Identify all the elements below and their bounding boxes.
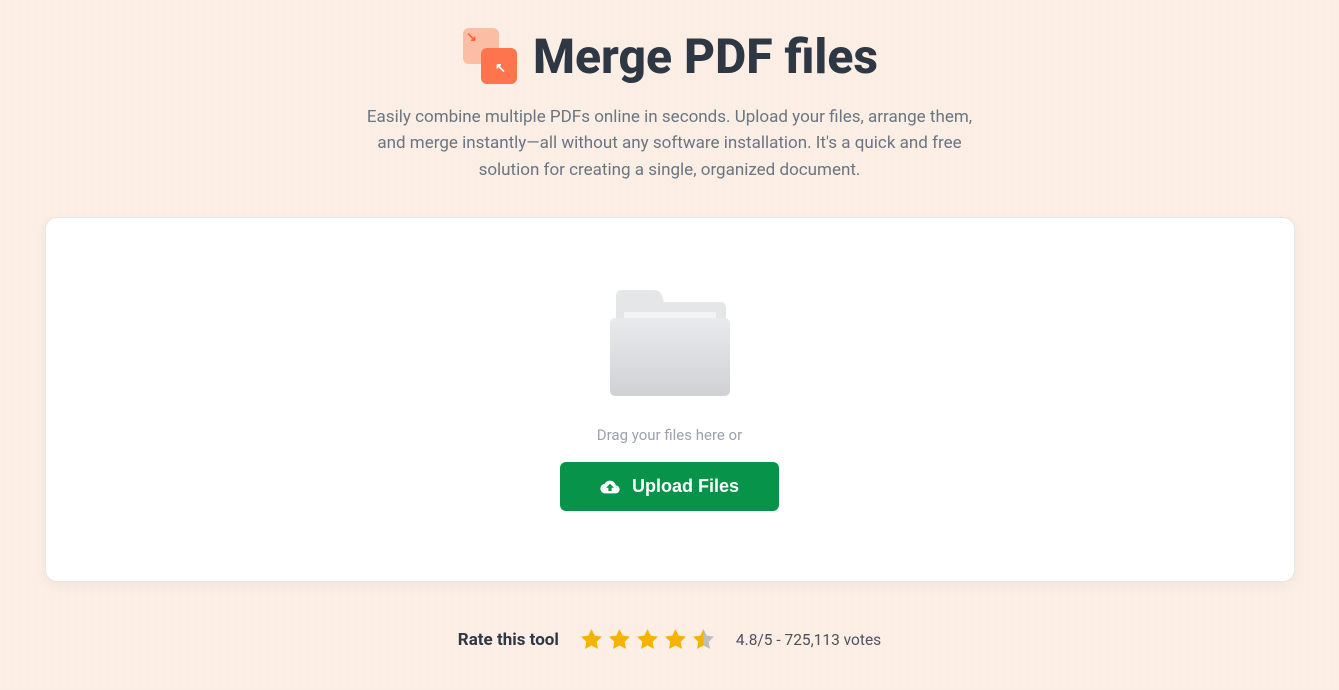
drag-text: Drag your files here or — [597, 426, 742, 444]
upload-button-label: Upload Files — [632, 476, 739, 497]
star-icon[interactable] — [635, 627, 660, 652]
star-icon[interactable] — [607, 627, 632, 652]
rating-row: Rate this tool 4.8/5 - 725,113 votes — [30, 627, 1309, 652]
dropzone[interactable]: Drag your files here or Upload Files — [45, 217, 1295, 582]
star-icon[interactable] — [579, 627, 604, 652]
cloud-upload-icon — [600, 479, 620, 495]
star-icon[interactable] — [663, 627, 688, 652]
page-title: Merge PDF files — [533, 31, 878, 84]
upload-files-button[interactable]: Upload Files — [560, 462, 779, 511]
rate-label: Rate this tool — [458, 630, 559, 650]
page-subtitle: Easily combine multiple PDFs online in s… — [360, 104, 980, 183]
rating-value-text: 4.8/5 - 725,113 votes — [736, 631, 881, 649]
star-half-icon[interactable] — [691, 627, 716, 652]
folder-icon — [606, 288, 734, 398]
rating-stars[interactable] — [579, 627, 716, 652]
title-row: ↘ ↖ Merge PDF files — [30, 28, 1309, 86]
merge-pdf-icon: ↘ ↖ — [461, 28, 519, 86]
hero-section: ↘ ↖ Merge PDF files Easily combine multi… — [30, 28, 1309, 183]
